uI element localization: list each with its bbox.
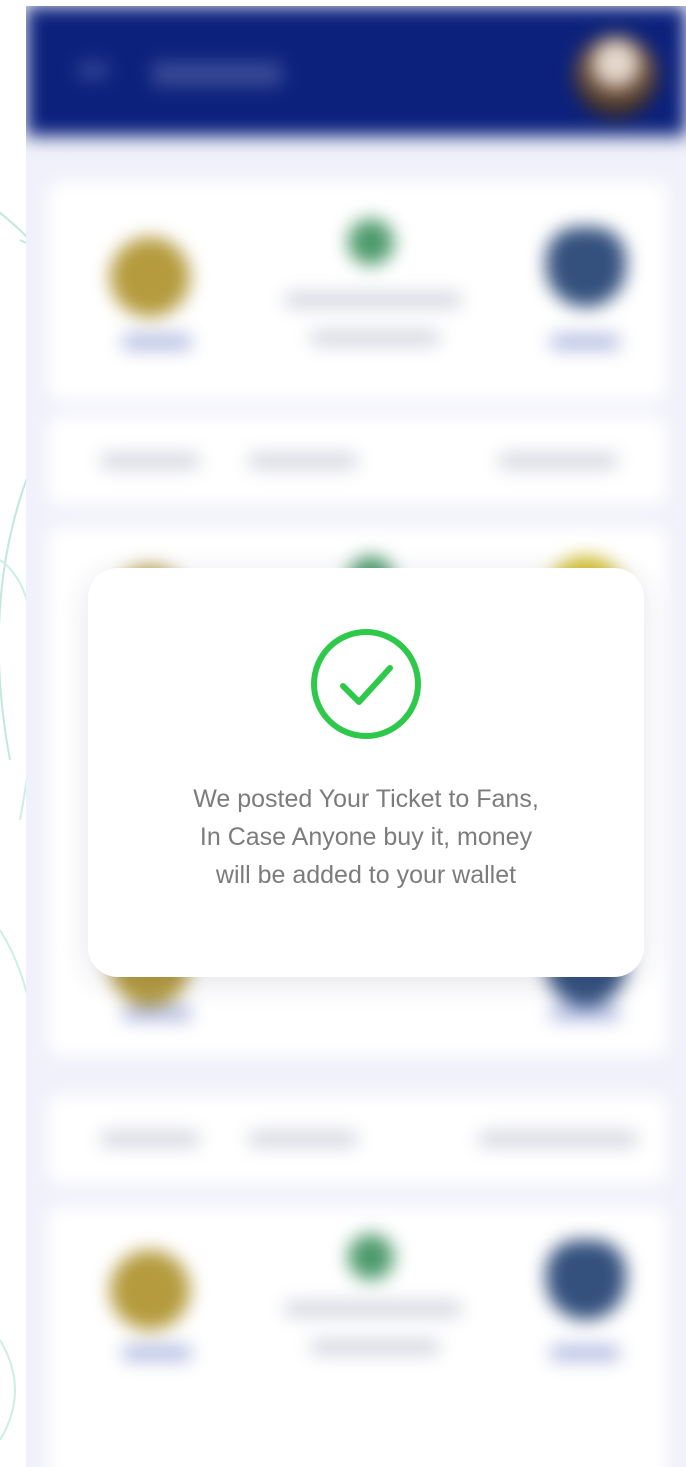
- app-bar: [26, 6, 686, 136]
- dialog-message-line: In Case Anyone buy it, money: [199, 823, 533, 851]
- team-name: [122, 335, 192, 349]
- success-dialog: We posted Your Ticket to Fans, In Case A…: [88, 568, 644, 977]
- dialog-message-line: We posted Your Ticket to Fans,: [193, 785, 539, 813]
- screen: We posted Your Ticket to Fans, In Case A…: [0, 0, 686, 1467]
- club-crest-icon: [110, 237, 190, 317]
- ticket-info-strip: [48, 416, 668, 506]
- club-crest-icon: [110, 1250, 190, 1330]
- club-crest-icon: [546, 1240, 626, 1320]
- dialog-message-line: will be added to your wallet: [215, 861, 517, 889]
- club-crest-icon: [348, 1234, 394, 1280]
- match-card: [48, 1206, 668, 1467]
- ticket-info-strip: [48, 1094, 668, 1184]
- menu-icon: [78, 64, 108, 86]
- dialog-message: We posted Your Ticket to Fans, In Case A…: [118, 780, 614, 894]
- club-crest-icon: [348, 219, 394, 265]
- app-bar-title: [152, 62, 282, 86]
- club-crest-icon: [546, 227, 626, 307]
- match-info: [310, 331, 440, 345]
- team-name: [550, 335, 620, 349]
- match-card: [48, 181, 668, 401]
- match-info: [284, 293, 462, 307]
- check-circle-icon: [311, 629, 421, 739]
- avatar: [574, 34, 658, 118]
